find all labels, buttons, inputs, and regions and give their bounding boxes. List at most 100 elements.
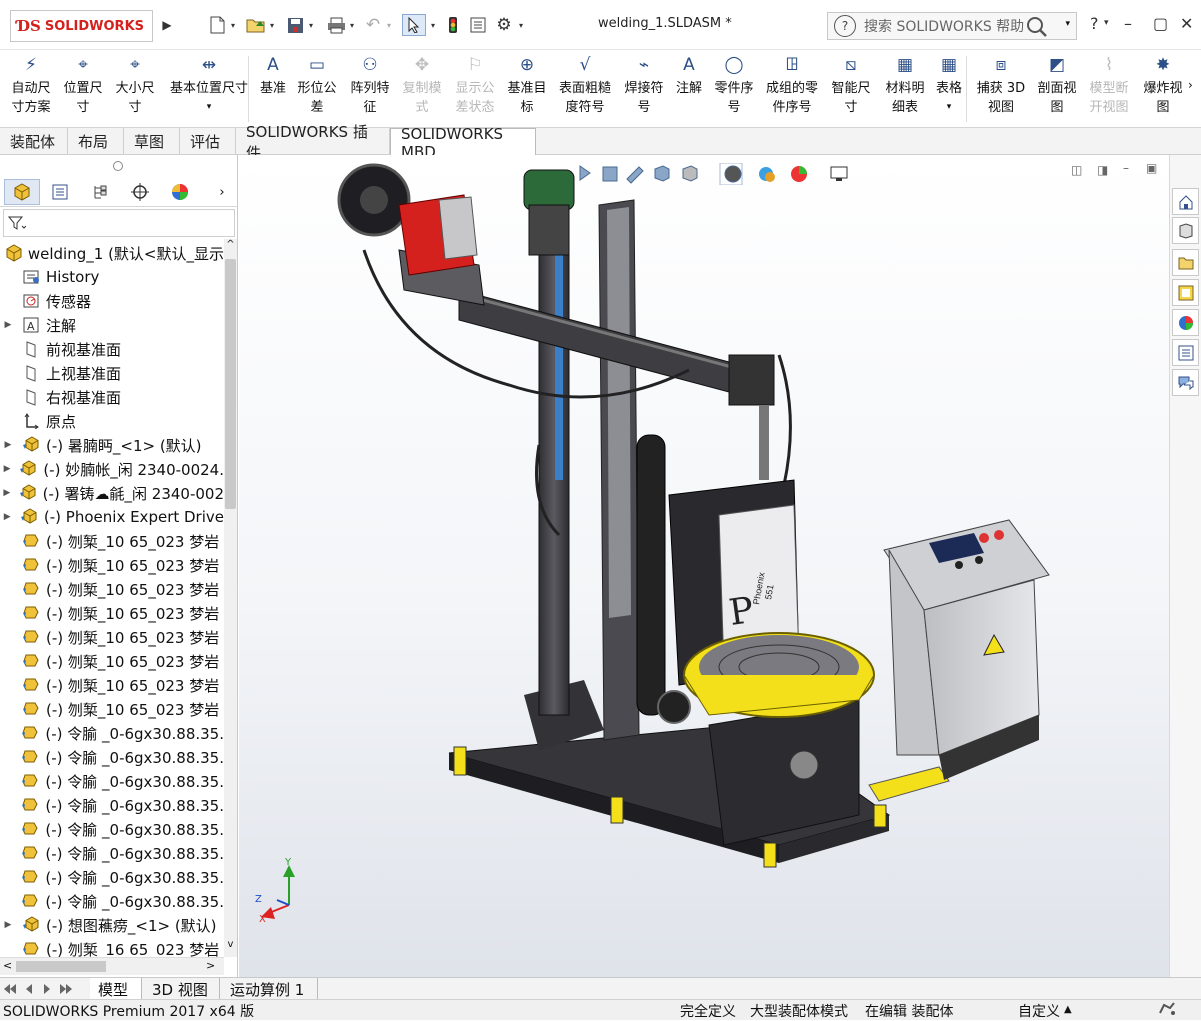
tree-item-subassembly[interactable]: ▶ (-) 妙腩帐_闲 2340-0024. [0, 457, 224, 481]
ribbon-datum-button[interactable]: A 基准 [256, 54, 290, 126]
options-gear-icon[interactable]: ⚙ [494, 14, 514, 36]
search-icon[interactable] [1026, 16, 1048, 43]
tree-item-part[interactable]: (-) 刎椠_10 65_023 梦岩 [0, 601, 224, 625]
help-search-box[interactable]: ? 搜索 SOLIDWORKS 帮助 ▾ [827, 12, 1077, 40]
tree-item-plane[interactable]: 前视基准面 [0, 337, 224, 361]
expand-arrow-icon[interactable]: ▶ [0, 920, 16, 930]
tree-item-annotations[interactable]: ▶ A 注解 [0, 313, 224, 337]
scroll-up-arrow-icon[interactable]: ^ [225, 239, 236, 250]
tab-4[interactable]: SOLIDWORKS 插件 [236, 123, 390, 162]
displaymanager-tab-icon[interactable] [162, 179, 198, 205]
graphics-area[interactable]: ◫ ◨ – ▣ P Phoenix 551 Y Z X [239, 155, 1169, 977]
ribbon-copy-scheme-button[interactable]: ✥ 复制模 式 [397, 54, 447, 126]
help-dropdown-arrow-icon[interactable]: ▾ [1104, 18, 1109, 28]
ribbon-geometric-tolerance-button[interactable]: ▭ 形位公 差 [294, 54, 340, 126]
tree-item-part[interactable]: (-) 令腧 _0-6gx30.88.35. [0, 721, 224, 745]
ribbon-dropdown-arrow-icon[interactable]: ▾ [947, 98, 952, 117]
bottom-tab-0[interactable]: 模型 [90, 978, 142, 1000]
horizontal-scroll-thumb[interactable] [16, 961, 106, 972]
file-properties-icon[interactable] [468, 14, 488, 36]
ribbon-bom-button[interactable]: ▦ 材料明 细表 [880, 54, 930, 126]
ribbon-auto-dimension-button[interactable]: ⚡ 自动尺 寸方案 [6, 54, 56, 126]
tree-item-plane[interactable]: 上视基准面 [0, 361, 224, 385]
ribbon-basic-location-dimension-button[interactable]: ⇹ 基本位置尺寸 ▾ [164, 54, 254, 126]
ribbon-pattern-feature-button[interactable]: ⚇ 阵列特 征 [346, 54, 394, 126]
ribbon-size-dimension-button[interactable]: ⌖ 大小尺 寸 [110, 54, 160, 126]
tree-item-part[interactable]: (-) 刎椠_10 65_023 梦岩 [0, 649, 224, 673]
rebuild-traffic-light-icon[interactable] [444, 14, 462, 36]
solidworks-logo[interactable]: ƊS SOLIDWORKS [10, 10, 153, 42]
open-document-icon[interactable] [245, 14, 267, 36]
tree-item-part[interactable]: (-) 令腧 _0-6gx30.88.35. [0, 793, 224, 817]
ribbon-smart-dimension-button[interactable]: ⧅ 智能尺 寸 [828, 54, 874, 126]
status-units-custom[interactable]: 自定义 [1018, 1001, 1060, 1021]
bottom-tab-1[interactable]: 3D 视图 [144, 978, 220, 1000]
close-icon[interactable]: ✕ [1180, 14, 1193, 33]
tree-item-part[interactable]: (-) 刎椠_16 65_023 梦岩 [0, 937, 224, 957]
tree-scroll-thumb[interactable] [225, 259, 236, 509]
tree-item-part[interactable]: (-) 令腧 _0-6gx30.88.35. [0, 817, 224, 841]
solidworks-forum-icon[interactable] [1172, 369, 1199, 396]
minimize-icon[interactable]: – [1124, 14, 1132, 33]
ribbon-more-icon[interactable]: › [1188, 78, 1193, 92]
expand-arrow-icon[interactable]: ▶ [0, 440, 16, 450]
expand-arrow-icon[interactable]: ▶ [0, 512, 14, 522]
print-icon[interactable] [325, 14, 347, 36]
tree-vertical-scrollbar[interactable]: ^ v [224, 239, 237, 957]
options-dropdown-arrow-icon[interactable]: ▾ [516, 14, 526, 36]
ribbon-show-tolerance-status-button[interactable]: ⚐ 显示公 差状态 [450, 54, 500, 126]
custom-properties-icon[interactable] [1172, 339, 1199, 366]
restore-icon[interactable]: ▢ [1153, 14, 1168, 33]
tree-item-sensors[interactable]: 传感器 [0, 289, 224, 313]
tab-navigation-arrows[interactable] [2, 981, 82, 997]
ribbon-datum-target-button[interactable]: ⊕ 基准目 标 [502, 54, 552, 126]
ribbon-model-break-view-button[interactable]: ⌇ 模型断 开视图 [1084, 54, 1134, 126]
tree-item-part[interactable]: (-) 刎椠_10 65_023 梦岩 [0, 625, 224, 649]
ribbon-note-button[interactable]: A 注解 [672, 54, 706, 126]
new-dropdown-arrow-icon[interactable]: ▾ [228, 14, 238, 36]
ribbon-section-view-button[interactable]: ◩ 剖面视 图 [1032, 54, 1082, 126]
scroll-left-arrow-icon[interactable]: < [3, 959, 12, 972]
search-dropdown-arrow-icon[interactable]: ▾ [1065, 19, 1070, 29]
tree-horizontal-scrollbar[interactable]: < > [0, 957, 224, 975]
expand-arrow-icon[interactable]: ▶ [0, 464, 14, 474]
tab-5[interactable]: SOLIDWORKS MBD [390, 125, 536, 161]
expand-arrow-icon[interactable]: ▶ [0, 320, 16, 330]
tree-item-part[interactable]: (-) 刎椠_10 65_023 梦岩 [0, 697, 224, 721]
help-search-input[interactable]: 搜索 SOLIDWORKS 帮助 [864, 16, 1024, 36]
tree-item-origin[interactable]: 原点 [0, 409, 224, 433]
propertymanager-tab-icon[interactable] [42, 179, 78, 205]
tree-item-plane[interactable]: 右视基准面 [0, 385, 224, 409]
file-explorer-icon[interactable] [1172, 249, 1199, 276]
design-library-icon[interactable] [1172, 217, 1199, 244]
open-dropdown-arrow-icon[interactable]: ▾ [267, 14, 277, 36]
ribbon-location-dimension-button[interactable]: ⌖ 位置尺 寸 [58, 54, 108, 126]
expand-arrow-icon[interactable]: ▶ [0, 488, 14, 498]
tree-item-history[interactable]: History [0, 265, 224, 289]
tree-item-part[interactable]: (-) 令腧 _0-6gx30.88.35. [0, 841, 224, 865]
solidworks-resources-home-icon[interactable] [1172, 188, 1199, 215]
welding-assembly-model[interactable]: P Phoenix 551 Y Z X [239, 155, 1169, 977]
scroll-right-arrow-icon[interactable]: > [206, 959, 215, 972]
configurationmanager-tab-icon[interactable] [82, 179, 118, 205]
ribbon-table-button[interactable]: ▦ 表格 ▾ [932, 54, 966, 126]
units-dropdown-arrow-icon[interactable]: ▲ [1064, 1004, 1072, 1015]
select-dropdown-arrow-icon[interactable]: ▾ [428, 14, 438, 36]
select-pointer-icon[interactable] [402, 14, 426, 36]
featuremanager-tab-icon[interactable] [4, 179, 40, 205]
tree-item-part[interactable]: (-) 刎椠_10 65_023 梦岩 [0, 529, 224, 553]
help-question-icon[interactable]: ? [834, 15, 856, 37]
tree-item-subassembly[interactable]: ▶ (-) Phoenix Expert Drive [0, 505, 224, 529]
ribbon-stacked-balloon-button[interactable]: ꖸ 成组的零 件序号 [760, 54, 824, 126]
view-palette-icon[interactable] [1172, 279, 1199, 306]
filter-funnel-icon[interactable] [7, 215, 27, 235]
panel-collapse-handle-icon[interactable] [113, 161, 123, 171]
new-document-icon[interactable] [206, 14, 228, 36]
ribbon-capture-3d-view-button[interactable]: ⧈ 捕获 3D 视图 [974, 54, 1028, 126]
panel-tabs-more-icon[interactable]: › [212, 179, 232, 205]
tree-item-subassembly[interactable]: ▶ (-) 署铸☁毹_闲 2340-002 [0, 481, 224, 505]
tree-item-subassembly[interactable]: ▶ (-) 暑腩眄_<1> (默认) [0, 433, 224, 457]
assembly-root[interactable]: welding_1 (默认<默认_显示 [0, 241, 224, 265]
tree-item-part[interactable]: (-) 令腧 _0-6gx30.88.35. [0, 865, 224, 889]
save-dropdown-arrow-icon[interactable]: ▾ [306, 14, 316, 36]
